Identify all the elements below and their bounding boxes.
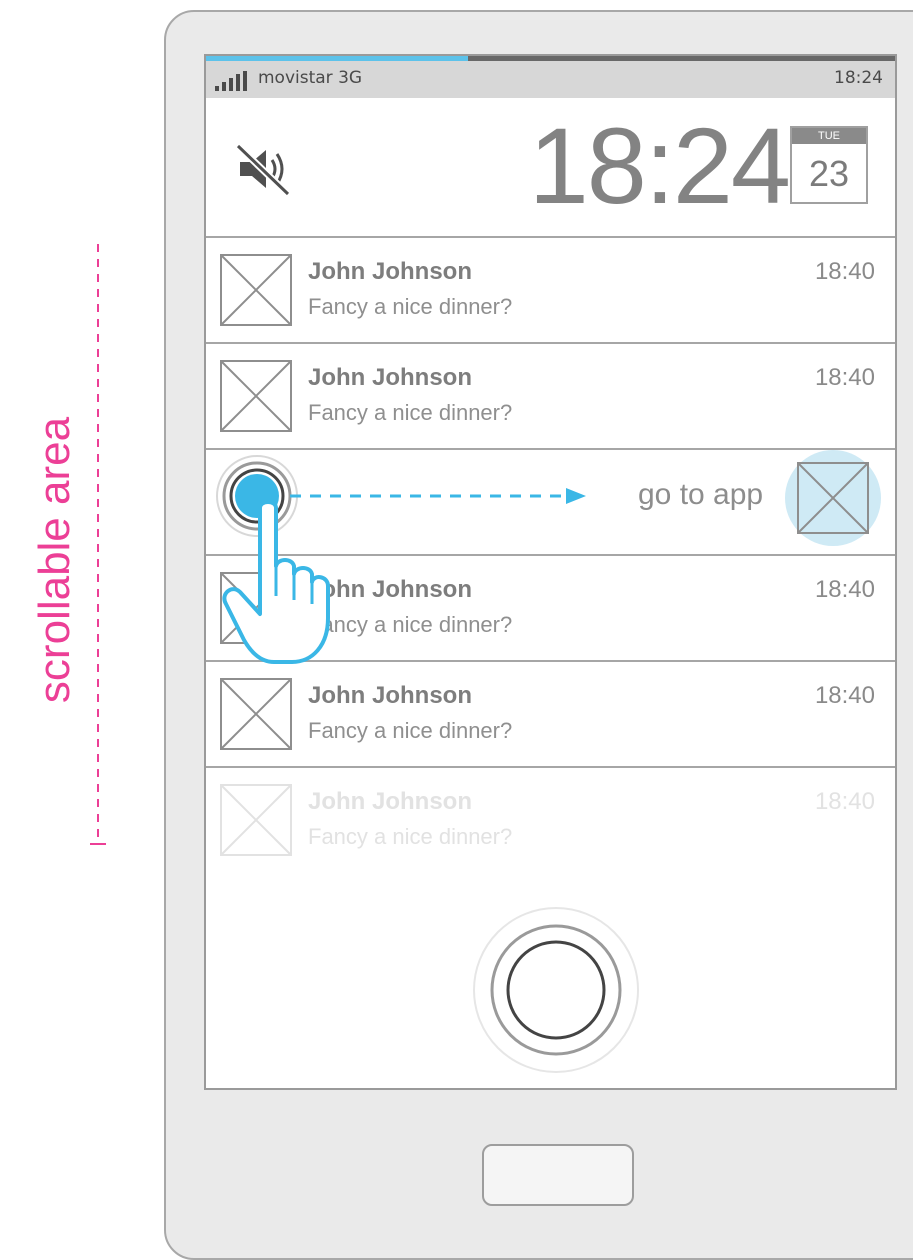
hand-pointer-icon — [222, 500, 330, 664]
signal-icon — [215, 71, 247, 91]
image-placeholder-icon — [220, 360, 292, 432]
image-placeholder-icon — [220, 784, 292, 856]
notification-sender: John Johnson — [308, 682, 472, 709]
notification-time: 18:40 — [814, 258, 875, 285]
scrollable-area-label: scrollable area — [30, 416, 79, 704]
status-time: 18:24 — [834, 68, 883, 88]
status-progress-fill — [206, 56, 468, 61]
calendar-day: TUE — [792, 128, 866, 144]
notification-item[interactable]: John Johnson 18:40 Fancy a nice dinner? — [206, 344, 895, 450]
calendar-badge: TUE 23 — [790, 126, 868, 204]
notification-message: Fancy a nice dinner? — [308, 824, 513, 849]
notification-sender: John Johnson — [308, 258, 472, 285]
notification-message: Fancy a nice dinner? — [308, 718, 513, 743]
image-placeholder-icon — [220, 678, 292, 750]
notification-item[interactable]: John Johnson 18:40 Fancy a nice dinner? — [206, 768, 895, 874]
status-bar: movistar 3G 18:24 — [206, 56, 895, 98]
notification-item[interactable]: John Johnson 18:40 Fancy a nice dinner? — [206, 662, 895, 768]
notification-time: 18:40 — [814, 364, 875, 391]
lock-clock: 18:24 — [528, 105, 791, 226]
notification-time: 18:40 — [814, 788, 875, 815]
notification-sender: John Johnson — [308, 364, 472, 391]
unlock-button[interactable] — [466, 900, 646, 1080]
notification-message: Fancy a nice dinner? — [308, 400, 513, 425]
notification-item[interactable]: John Johnson 18:40 Fancy a nice dinner? — [206, 238, 895, 344]
calendar-date: 23 — [808, 153, 850, 194]
notification-time: 18:40 — [814, 682, 875, 709]
arrow-right-icon — [566, 488, 586, 504]
notification-message: Fancy a nice dinner? — [308, 294, 513, 319]
notification-sender: John Johnson — [308, 788, 472, 815]
notification-time: 18:40 — [814, 576, 875, 603]
home-button[interactable] — [482, 1144, 634, 1206]
carrier-name: movistar 3G — [258, 68, 363, 88]
image-placeholder-icon — [220, 254, 292, 326]
mute-icon[interactable] — [232, 138, 294, 200]
lock-header: 18:24 TUE 23 — [206, 98, 895, 238]
